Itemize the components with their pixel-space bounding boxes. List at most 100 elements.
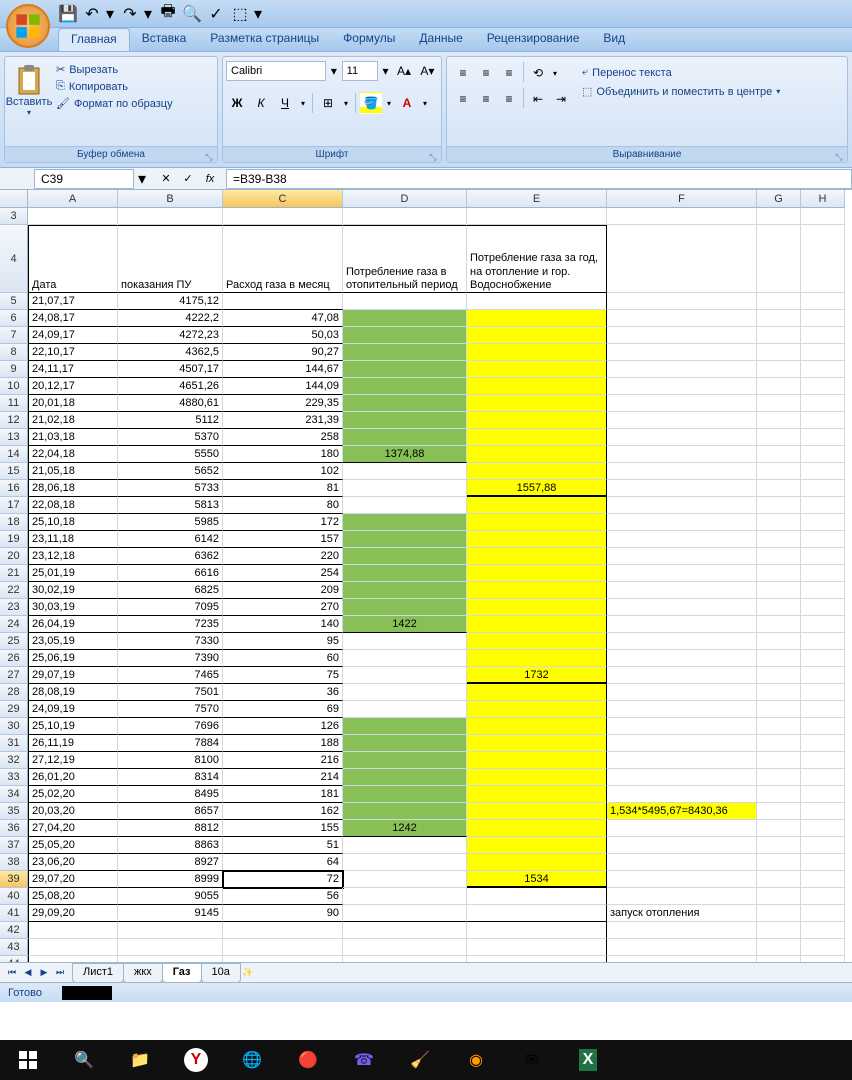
cell[interactable]: 25,02,20 (28, 786, 118, 803)
cell[interactable] (343, 667, 467, 684)
cell[interactable] (343, 956, 467, 962)
cell[interactable] (757, 786, 801, 803)
cell[interactable] (607, 735, 757, 752)
cell[interactable]: 8812 (118, 820, 223, 837)
qat-preview[interactable]: 🔍 (182, 4, 202, 24)
cell[interactable] (607, 684, 757, 701)
cell[interactable]: 25,10,18 (28, 514, 118, 531)
font-color-button[interactable]: A (396, 92, 418, 114)
spreadsheet-grid[interactable]: ABCDEFGH34Датапоказания ПУРасход газа в … (0, 190, 852, 962)
italic-button[interactable]: К (250, 92, 272, 114)
row-header[interactable]: 13 (0, 429, 28, 446)
cell[interactable] (607, 463, 757, 480)
cell[interactable] (343, 310, 467, 327)
cell[interactable] (223, 939, 343, 956)
cell[interactable] (607, 548, 757, 565)
cell[interactable] (801, 633, 845, 650)
row-header[interactable]: 44 (0, 956, 28, 962)
increase-indent-button[interactable]: ⇥ (550, 88, 572, 110)
cell[interactable] (467, 293, 607, 310)
start-button[interactable] (12, 1044, 44, 1076)
cell[interactable]: 8495 (118, 786, 223, 803)
cell[interactable] (757, 684, 801, 701)
cell[interactable]: 28,06,18 (28, 480, 118, 497)
media-button[interactable]: 🔴 (292, 1044, 324, 1076)
aimp-button[interactable]: ◉ (460, 1044, 492, 1076)
row-header[interactable]: 40 (0, 888, 28, 905)
cell[interactable]: 8657 (118, 803, 223, 820)
cell[interactable]: 6616 (118, 565, 223, 582)
tab-Данные[interactable]: Данные (407, 28, 474, 51)
col-header[interactable]: B (118, 190, 223, 208)
row-header[interactable]: 6 (0, 310, 28, 327)
cell[interactable]: 172 (223, 514, 343, 531)
cell[interactable] (757, 599, 801, 616)
cell[interactable] (801, 905, 845, 922)
dialog-launcher-icon[interactable]: ⤡ (427, 149, 439, 161)
cell[interactable] (757, 531, 801, 548)
cell[interactable]: 7235 (118, 616, 223, 633)
cell[interactable] (607, 344, 757, 361)
row-header[interactable]: 14 (0, 446, 28, 463)
cell[interactable]: 23,05,19 (28, 633, 118, 650)
font-size-input[interactable] (342, 61, 378, 81)
col-header[interactable]: D (343, 190, 467, 208)
row-header[interactable]: 17 (0, 497, 28, 514)
cell[interactable]: 216 (223, 752, 343, 769)
cell[interactable]: 7884 (118, 735, 223, 752)
cell[interactable] (801, 888, 845, 905)
cell[interactable]: 25,08,20 (28, 888, 118, 905)
cell[interactable]: 72 (223, 871, 343, 888)
cell[interactable] (801, 361, 845, 378)
font-name-input[interactable] (226, 61, 326, 81)
cell[interactable] (801, 837, 845, 854)
cell[interactable] (607, 752, 757, 769)
row-header[interactable]: 23 (0, 599, 28, 616)
cell[interactable] (467, 429, 607, 446)
underline-dd[interactable]: ▾ (298, 92, 308, 114)
cell[interactable]: 23,11,18 (28, 531, 118, 548)
cell[interactable] (467, 735, 607, 752)
borders-button[interactable]: ⊞ (317, 92, 339, 114)
col-header[interactable]: F (607, 190, 757, 208)
cell[interactable]: 4175,12 (118, 293, 223, 310)
row-header[interactable]: 19 (0, 531, 28, 548)
cancel-formula-button[interactable]: ✕ (156, 170, 176, 188)
row-header[interactable]: 26 (0, 650, 28, 667)
cell[interactable] (757, 378, 801, 395)
fontcolor-dd[interactable]: ▾ (420, 92, 430, 114)
cell[interactable] (757, 480, 801, 497)
cell[interactable] (467, 378, 607, 395)
align-center-button[interactable]: ≡ (475, 88, 497, 110)
cell[interactable] (467, 939, 607, 956)
cell[interactable]: 7570 (118, 701, 223, 718)
cell[interactable] (801, 820, 845, 837)
cell[interactable] (757, 922, 801, 939)
qat-print[interactable]: 🖶 (158, 4, 178, 24)
name-box[interactable]: C39 (34, 169, 134, 189)
cell[interactable] (757, 854, 801, 871)
cell[interactable] (343, 565, 467, 582)
row-header[interactable]: 22 (0, 582, 28, 599)
explorer-button[interactable]: 📁 (124, 1044, 156, 1076)
cell[interactable] (607, 769, 757, 786)
cell[interactable]: 20,12,17 (28, 378, 118, 395)
row-header[interactable]: 10 (0, 378, 28, 395)
cell[interactable] (118, 956, 223, 962)
cell[interactable] (757, 837, 801, 854)
cell[interactable]: 7501 (118, 684, 223, 701)
cell[interactable] (607, 378, 757, 395)
cell[interactable]: 26,11,19 (28, 735, 118, 752)
cell[interactable]: 6362 (118, 548, 223, 565)
cell[interactable]: 4507,17 (118, 361, 223, 378)
cell[interactable] (343, 769, 467, 786)
viber-button[interactable]: ☎ (348, 1044, 380, 1076)
cell[interactable] (343, 633, 467, 650)
cell[interactable]: 25,10,19 (28, 718, 118, 735)
sheet-nav-last[interactable]: ⏭ (52, 965, 68, 981)
sheet-nav-next[interactable]: ▶ (36, 965, 52, 981)
cell[interactable]: 22,04,18 (28, 446, 118, 463)
cell[interactable]: 1242 (343, 820, 467, 837)
cell[interactable]: 209 (223, 582, 343, 599)
cell[interactable] (343, 905, 467, 922)
